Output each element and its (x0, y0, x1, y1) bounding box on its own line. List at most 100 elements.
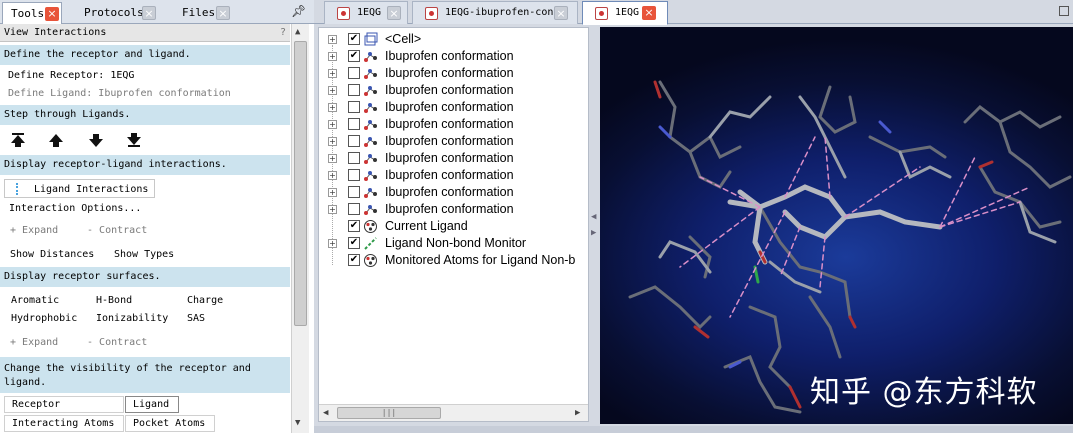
visibility-checkbox[interactable]: ✔ (348, 254, 360, 266)
pocket-atoms-button[interactable]: Pocket Atoms (125, 415, 215, 432)
visibility-checkbox[interactable]: ✔ (348, 50, 360, 62)
panel-scrollbar[interactable]: ▲ ▼ (291, 24, 309, 433)
interaction-options-link[interactable]: Interaction Options... (9, 203, 141, 214)
expand-icon[interactable]: + (328, 35, 337, 44)
expand-link[interactable]: + Expand (10, 337, 58, 348)
tree-item[interactable]: + ✔ <Cell> (319, 31, 589, 48)
expand-label: Expand (22, 337, 59, 348)
scroll-down-icon[interactable]: ▼ (295, 418, 300, 428)
expand-icon[interactable]: + (328, 205, 337, 214)
surface-aromatic[interactable]: Aromatic (11, 295, 59, 306)
collapse-right-icon[interactable]: ▶ (591, 228, 596, 238)
show-types-button[interactable]: Show Types (114, 249, 174, 260)
molecule-3d-viewer[interactable]: 知乎 @东方科软 (600, 27, 1073, 424)
tree-item[interactable]: + Ibuprofen conformation (319, 65, 589, 82)
visibility-checkbox[interactable] (348, 186, 360, 198)
surface-hydrophobic[interactable]: Hydrophobic (11, 313, 77, 324)
tab-tools[interactable]: Tools × (2, 2, 62, 24)
monitor-icon (363, 236, 378, 251)
scroll-up-icon[interactable]: ▲ (295, 27, 300, 37)
visibility-checkbox[interactable]: ✔ (348, 220, 360, 232)
visibility-checkbox[interactable] (348, 135, 360, 147)
doc-tab-1eqg-active[interactable]: 1EQG × (582, 1, 668, 25)
next-ligand-icon[interactable] (89, 134, 103, 147)
define-ligand-link[interactable]: Define Ligand: Ibuprofen conformation (8, 88, 231, 99)
expand-icon[interactable]: + (328, 188, 337, 197)
tree-item[interactable]: + ✔ Ligand Non-bond Monitor (319, 235, 589, 252)
tree-item[interactable]: ✔ Monitored Atoms for Ligand Non-b (319, 252, 589, 269)
expand-icon[interactable]: + (328, 171, 337, 180)
expand-icon[interactable]: + (328, 52, 337, 61)
pane-splitter[interactable]: ◀ ▶ (590, 26, 599, 426)
receptor-button[interactable]: Receptor (4, 396, 124, 413)
tree-item[interactable]: + Ibuprofen conformation (319, 82, 589, 99)
tab-protocols[interactable]: Protocols × (76, 2, 156, 24)
interaction-dashes (679, 136, 1031, 318)
interacting-atoms-button[interactable]: Interacting Atoms (4, 415, 124, 432)
panel-title: View Interactions (4, 27, 107, 38)
close-icon[interactable]: × (45, 7, 59, 21)
expand-icon[interactable]: + (328, 69, 337, 78)
tree-item[interactable]: + Ibuprofen conformation (319, 150, 589, 167)
tree-item[interactable]: + Ibuprofen conformation (319, 116, 589, 133)
expand-icon[interactable]: + (328, 154, 337, 163)
close-icon[interactable]: × (642, 6, 656, 20)
tree-item[interactable]: + ✔ Ibuprofen conformation (319, 48, 589, 65)
expand-icon[interactable]: + (328, 239, 337, 248)
close-icon[interactable]: × (216, 6, 230, 20)
tree-item-label: Ibuprofen conformation (385, 134, 514, 148)
ligand-button[interactable]: Ligand (125, 396, 179, 413)
contract-link[interactable]: - Contract (87, 225, 147, 236)
plus-icon: + (10, 225, 23, 236)
scroll-left-icon[interactable]: ◀ (323, 408, 328, 418)
doc-tab-1eqg-ibuprofen-conf[interactable]: 1EQG-ibuprofen-conf × (412, 1, 578, 24)
surface-hbond[interactable]: H-Bond (96, 295, 132, 306)
tree-horizontal-scrollbar[interactable]: ◀ ||| ▶ (319, 404, 588, 421)
tab-files[interactable]: Files × (174, 2, 230, 24)
expand-icon[interactable]: + (328, 103, 337, 112)
visibility-checkbox[interactable]: ✔ (348, 33, 360, 45)
tree-item[interactable]: + Ibuprofen conformation (319, 133, 589, 150)
maximize-icon[interactable] (1059, 6, 1069, 16)
expand-icon[interactable]: + (328, 86, 337, 95)
scroll-thumb[interactable] (294, 41, 307, 326)
visibility-checkbox[interactable] (348, 169, 360, 181)
close-icon[interactable]: × (387, 6, 401, 20)
close-icon[interactable]: × (142, 6, 156, 20)
last-ligand-icon[interactable] (127, 133, 141, 147)
first-ligand-icon[interactable] (11, 133, 25, 147)
visibility-checkbox[interactable]: ✔ (348, 237, 360, 249)
show-distances-button[interactable]: Show Distances (10, 249, 94, 260)
expand-icon[interactable]: + (328, 120, 337, 129)
visibility-checkbox[interactable] (348, 67, 360, 79)
tree-item[interactable]: + Ibuprofen conformation (319, 184, 589, 201)
visibility-checkbox[interactable] (348, 101, 360, 113)
tree-item[interactable]: ✔ Current Ligand (319, 218, 589, 235)
scroll-thumb[interactable]: ||| (337, 407, 441, 419)
surface-sas[interactable]: SAS (187, 313, 205, 324)
surface-ionizability[interactable]: Ionizability (96, 313, 168, 324)
tree-item[interactable]: + Ibuprofen conformation (319, 167, 589, 184)
collapse-left-icon[interactable]: ◀ (591, 212, 596, 222)
surface-charge[interactable]: Charge (187, 295, 223, 306)
visibility-checkbox[interactable] (348, 203, 360, 215)
contract-link[interactable]: - Contract (87, 337, 147, 348)
visibility-checkbox[interactable] (348, 152, 360, 164)
tree-item[interactable]: + Ibuprofen conformation (319, 201, 589, 218)
pin-icon[interactable]: 📌︎ (291, 4, 306, 18)
expand-icon[interactable]: + (328, 137, 337, 146)
close-icon[interactable]: × (554, 6, 568, 20)
help-icon[interactable]: ? (280, 27, 286, 38)
ligand-interactions-button[interactable]: Ligand Interactions (4, 179, 155, 198)
visibility-checkbox[interactable] (348, 118, 360, 130)
scroll-right-icon[interactable]: ▶ (575, 408, 580, 418)
visibility-checkbox[interactable] (348, 84, 360, 96)
tree-item[interactable]: + Ibuprofen conformation (319, 99, 589, 116)
molecule-structure (628, 80, 1072, 414)
expand-link[interactable]: + Expand (10, 225, 58, 236)
doc-tab-1eqg[interactable]: 1EQG × (324, 1, 408, 24)
dotted-line-icon (16, 183, 18, 195)
previous-ligand-icon[interactable] (49, 134, 63, 147)
define-receptor-link[interactable]: Define Receptor: 1EQG (8, 70, 134, 81)
section-surfaces: Display receptor surfaces. (0, 267, 290, 287)
